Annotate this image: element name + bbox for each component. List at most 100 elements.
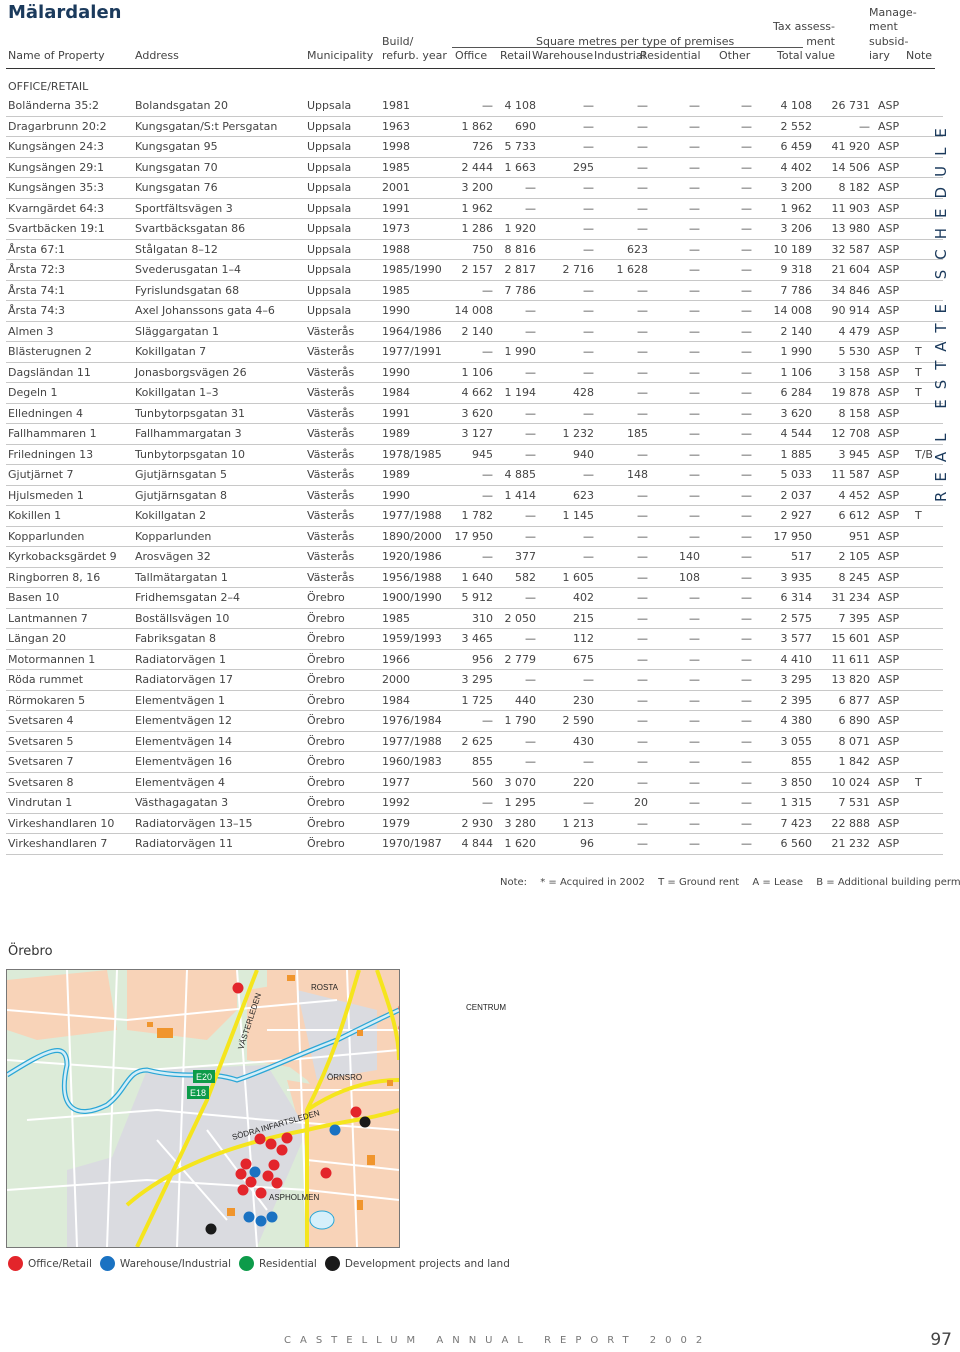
cell-warehouse: 295 <box>536 157 594 178</box>
cell-tax: 22 888 <box>812 813 870 834</box>
cell-other: — <box>700 628 752 650</box>
header-other: Other <box>719 49 751 62</box>
cell-warehouse: — <box>536 218 594 240</box>
cell-mgmt: ASP <box>870 567 915 588</box>
cell-note <box>915 567 943 588</box>
cell-other: — <box>700 341 752 363</box>
cell-retail: 3 280 <box>493 813 536 834</box>
cell-address: Stålgatan 8–12 <box>135 239 307 260</box>
cell-municipality: Uppsala <box>307 259 382 281</box>
cell-warehouse: 1 605 <box>536 567 594 588</box>
cell-tax: 14 506 <box>812 157 870 178</box>
cell-office: 945 <box>447 444 493 465</box>
cell-name: Degeln 1 <box>6 382 135 404</box>
note-building-permission: B = Additional building permission <box>816 877 960 888</box>
cell-tax: 1 842 <box>812 751 870 773</box>
cell-total: 4 544 <box>752 423 812 445</box>
cell-office: 1 106 <box>447 362 493 383</box>
marker-office-retail <box>281 1132 293 1144</box>
cell-address: Fridhemsgatan 2–4 <box>135 587 307 609</box>
cell-tax: 3 945 <box>812 444 870 465</box>
cell-retail: — <box>493 526 536 547</box>
cell-retail: 690 <box>493 116 536 137</box>
cell-industrial: 185 <box>594 423 648 445</box>
cell-industrial: — <box>594 505 648 527</box>
marker-office-retail <box>240 1158 252 1170</box>
table-row: Boländerna 35:2 Bolandsgatan 20 Uppsala 198… <box>6 96 943 117</box>
cell-residential: — <box>648 218 700 240</box>
cell-tax: 2 105 <box>812 546 870 568</box>
cell-municipality: Örebro <box>307 649 382 670</box>
cell-office: 3 200 <box>447 177 493 199</box>
cell-warehouse: — <box>536 362 594 383</box>
cell-year: 1959/1993 <box>382 628 447 650</box>
cell-year: 1989 <box>382 464 447 486</box>
cell-residential: — <box>648 731 700 752</box>
cell-year: 1990 <box>382 300 447 322</box>
cell-other: — <box>700 177 752 199</box>
cell-municipality: Uppsala <box>307 157 382 178</box>
marker-warehouse-industrial <box>266 1211 278 1223</box>
cell-residential: — <box>648 382 700 404</box>
cell-other: — <box>700 300 752 322</box>
cell-year: 1977 <box>382 772 447 793</box>
table-row: Kungsängen 29:1 Kungsgatan 70 Uppsala 1985 2… <box>6 157 943 178</box>
cell-name: Vindrutan 1 <box>6 792 135 814</box>
marker-office-retail <box>271 1177 283 1189</box>
cell-other: — <box>700 813 752 834</box>
cell-address: Kokillgatan 2 <box>135 505 307 527</box>
cell-industrial: — <box>594 587 648 609</box>
cell-municipality: Örebro <box>307 669 382 691</box>
cell-municipality: Västerås <box>307 382 382 404</box>
cell-industrial: — <box>594 690 648 711</box>
lake <box>309 1210 335 1230</box>
cell-residential: — <box>648 587 700 609</box>
cell-tax: 3 158 <box>812 362 870 383</box>
cell-year: 1990 <box>382 485 447 506</box>
cell-tax: 11 587 <box>812 464 870 486</box>
cell-tax: 8 071 <box>812 731 870 752</box>
legend-dot-warehouse-industrial <box>99 1256 115 1271</box>
cell-address: Kungsgatan 76 <box>135 177 307 199</box>
cell-mgmt: ASP <box>870 772 915 793</box>
cell-retail: — <box>493 669 536 691</box>
cell-year: 1900/1990 <box>382 587 447 609</box>
cell-residential: — <box>648 239 700 260</box>
cell-office: 3 127 <box>447 423 493 445</box>
table-row: Almen 3 Släggargatan 1 Västerås 1964/1986 2 … <box>6 321 943 342</box>
cell-municipality: Västerås <box>307 362 382 383</box>
cell-office: 3 620 <box>447 403 493 424</box>
cell-tax: 5 530 <box>812 341 870 363</box>
cell-mgmt: ASP <box>870 96 915 117</box>
cell-residential: — <box>648 608 700 629</box>
cell-name: Boländerna 35:2 <box>6 96 135 117</box>
cell-address: Radiatorvägen 17 <box>135 669 307 691</box>
cell-note <box>915 792 943 814</box>
cell-year: 1985 <box>382 608 447 629</box>
cell-name: Svetsaren 7 <box>6 751 135 773</box>
cell-warehouse: — <box>536 300 594 322</box>
cell-office: 750 <box>447 239 493 260</box>
table-row: Dagsländan 11 Jonasborgsvägen 26 Västerås 1… <box>6 362 943 383</box>
cell-office: 2 140 <box>447 321 493 342</box>
cell-residential: — <box>648 321 700 342</box>
cell-retail: — <box>493 403 536 424</box>
cell-year: 1992 <box>382 792 447 814</box>
cell-other: — <box>700 403 752 424</box>
cell-tax: 26 731 <box>812 96 870 117</box>
table-row: Gjutjärnet 7 Gjutjärnsgatan 5 Västerås 1989… <box>6 464 943 486</box>
cell-note <box>915 526 943 547</box>
cell-residential: — <box>648 300 700 322</box>
cell-mgmt: ASP <box>870 423 915 445</box>
cell-name: Årsta 74:1 <box>6 280 135 301</box>
cell-office: 560 <box>447 772 493 793</box>
cell-residential: — <box>648 136 700 158</box>
cell-municipality: Örebro <box>307 628 382 650</box>
cell-industrial: — <box>594 403 648 424</box>
cell-warehouse: 2 590 <box>536 710 594 732</box>
cell-residential: — <box>648 833 700 855</box>
cell-mgmt: ASP <box>870 341 915 363</box>
cell-year: 1973 <box>382 218 447 240</box>
cell-total: 7 423 <box>752 813 812 834</box>
cell-name: Rörmokaren 5 <box>6 690 135 711</box>
